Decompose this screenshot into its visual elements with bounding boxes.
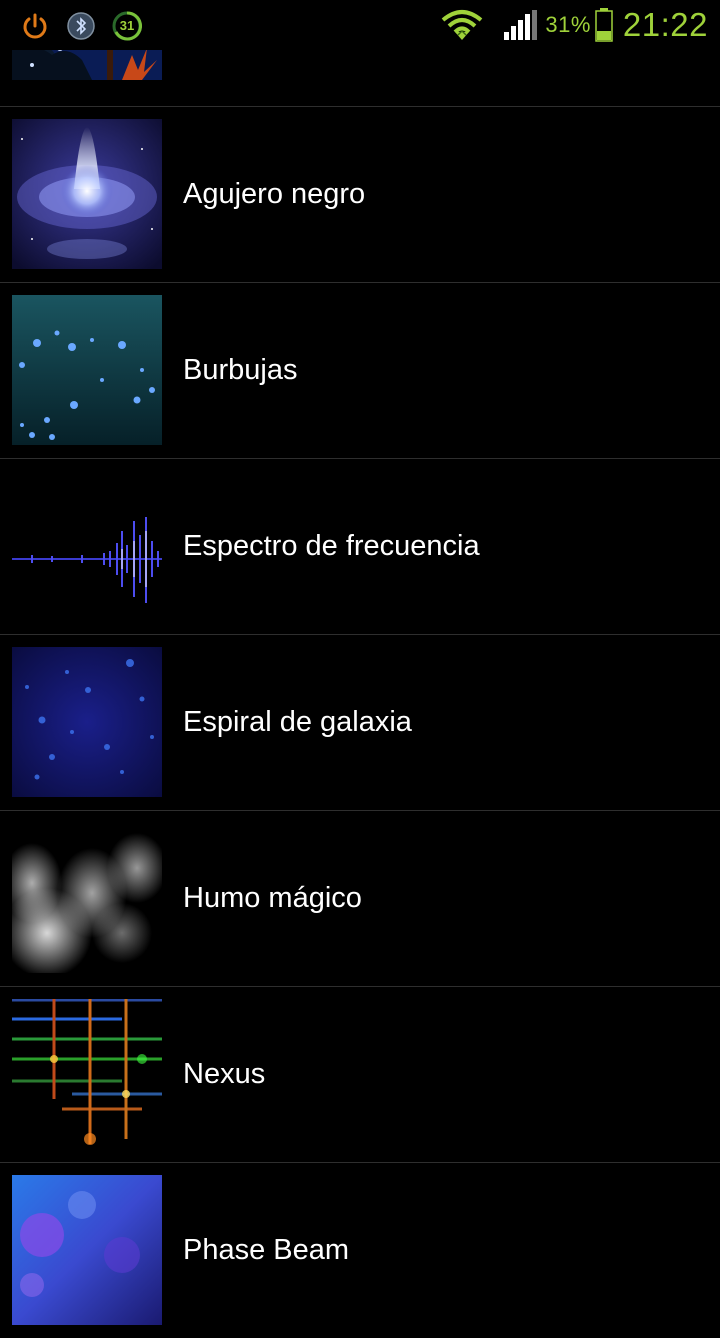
wallpaper-label: Phase Beam xyxy=(183,1234,350,1266)
list-item-nexus[interactable]: Nexus xyxy=(0,987,720,1162)
list-item-agujero-negro[interactable]: Agujero negro xyxy=(0,107,720,282)
calendar-icon: 31 xyxy=(112,11,142,41)
wifi-icon xyxy=(442,10,483,40)
list-item-espiral-de-galaxia[interactable]: Espiral de galaxia xyxy=(0,635,720,810)
bubbles-thumbnail xyxy=(12,295,162,445)
battery-percent: 31% xyxy=(545,12,591,37)
clock: 21:22 xyxy=(622,6,708,43)
power-icon xyxy=(23,13,47,39)
magic-smoke-thumbnail xyxy=(12,823,162,973)
wallpaper-label: Burbujas xyxy=(183,354,298,386)
list-item-humo-magico[interactable]: Humo mágico xyxy=(0,811,720,986)
wallpaper-label: Nexus xyxy=(183,1058,266,1090)
galaxy-spiral-thumbnail xyxy=(12,647,162,797)
signal-strength-icon xyxy=(504,10,538,40)
live-wallpaper-list: Agujero negro Burbujas Espectro de frecu… xyxy=(0,0,720,1325)
list-item-phase-beam[interactable]: Phase Beam xyxy=(0,1163,720,1338)
calendar-day: 31 xyxy=(119,18,135,33)
phase-beam-thumbnail xyxy=(12,1175,162,1325)
frequency-spectrum-thumbnail xyxy=(12,471,162,621)
list-item-burbujas[interactable]: Burbujas xyxy=(0,283,720,458)
wallpaper-label: Espectro de frecuencia xyxy=(183,530,480,562)
black-hole-thumbnail xyxy=(12,119,162,269)
wallpaper-label: Espiral de galaxia xyxy=(183,706,412,738)
status-bar: 31 31% 21:22 xyxy=(0,0,720,50)
battery-icon xyxy=(595,8,613,42)
list-item-espectro-de-frecuencia[interactable]: Espectro de frecuencia xyxy=(0,459,720,634)
nexus-thumbnail xyxy=(12,999,162,1149)
wallpaper-label: Agujero negro xyxy=(183,178,366,210)
wallpaper-label: Humo mágico xyxy=(183,882,362,914)
bluetooth-icon xyxy=(67,12,95,40)
